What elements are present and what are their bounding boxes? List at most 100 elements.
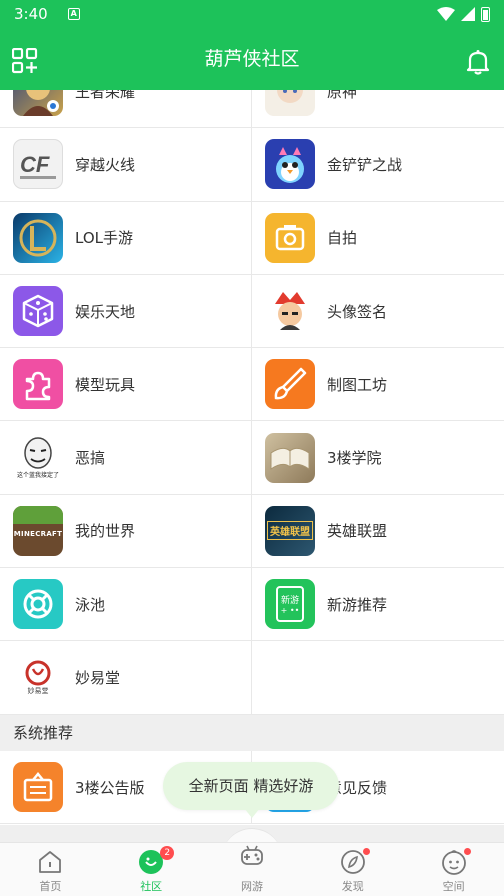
svg-text:CF: CF bbox=[20, 152, 50, 177]
category-item[interactable]: 这个蓝我接定了 恶搞 bbox=[0, 421, 252, 494]
empty-cell bbox=[252, 641, 504, 713]
brush-icon bbox=[265, 359, 315, 410]
puzzle-icon bbox=[13, 359, 63, 410]
notice-board-icon bbox=[13, 762, 63, 813]
avatar-character-icon bbox=[265, 286, 315, 337]
category-row: 泳池 新游 + •• 新游推荐 bbox=[0, 568, 504, 642]
category-item[interactable]: 3楼学院 bbox=[252, 421, 504, 493]
category-item[interactable]: 妙易堂 妙易堂 bbox=[0, 641, 252, 714]
category-label: 原神 bbox=[327, 90, 358, 101]
community-icon: 2 bbox=[138, 846, 175, 875]
tab-label: 发现 bbox=[341, 880, 364, 893]
lifebuoy-icon bbox=[13, 579, 63, 630]
category-item[interactable]: 头像签名 bbox=[252, 275, 504, 347]
app-bar: 葫芦侠社区 bbox=[0, 28, 504, 90]
category-label: 泳池 bbox=[75, 595, 106, 614]
tab-home[interactable]: 首页 bbox=[0, 843, 101, 896]
honor-of-kings-icon bbox=[13, 90, 63, 117]
wifi-icon bbox=[437, 7, 455, 21]
category-item[interactable]: 金铲铲之战 bbox=[252, 128, 504, 200]
category-row: 这个蓝我接定了 恶搞 3楼学院 bbox=[0, 421, 504, 495]
category-item[interactable]: 王者荣耀 bbox=[0, 90, 252, 128]
category-label: 头像签名 bbox=[327, 302, 388, 321]
bell-icon[interactable] bbox=[464, 48, 492, 76]
category-row: CF 穿越火线 金铲铲之战 bbox=[0, 128, 504, 202]
crossfire-icon: CF bbox=[13, 139, 63, 190]
category-item[interactable]: MINECRAFT 我的世界 bbox=[0, 494, 252, 568]
category-label: 英雄联盟 bbox=[327, 522, 388, 541]
category-item[interactable]: 泳池 bbox=[0, 568, 252, 641]
category-row: 王者荣耀 原神 bbox=[0, 90, 504, 129]
book-icon bbox=[265, 432, 315, 483]
category-label: LOL手游 bbox=[75, 229, 133, 248]
category-label: 穿越火线 bbox=[75, 155, 136, 174]
minecraft-logo-text: MINECRAFT bbox=[13, 529, 63, 538]
category-label: 自拍 bbox=[327, 229, 358, 248]
category-item[interactable]: 英雄联盟 英雄联盟 bbox=[252, 495, 504, 567]
category-item[interactable]: 娱乐天地 bbox=[0, 274, 252, 348]
compass-icon bbox=[340, 848, 370, 875]
category-label: 金铲铲之战 bbox=[327, 155, 403, 174]
category-row: 模型玩具 制图工坊 bbox=[0, 348, 504, 422]
discover-dot bbox=[362, 848, 370, 855]
category-label: 新游推荐 bbox=[327, 595, 388, 614]
category-item[interactable]: 模型玩具 bbox=[0, 348, 252, 421]
category-row: LOL手游 自拍 bbox=[0, 201, 504, 275]
signal-icon bbox=[461, 7, 475, 21]
tab-label: 社区 bbox=[140, 880, 163, 893]
category-label: 恶搞 bbox=[75, 449, 106, 468]
category-label: 模型玩具 bbox=[75, 375, 136, 394]
new-game-icon: 新游 + •• bbox=[265, 579, 315, 630]
category-label: 娱乐天地 bbox=[75, 302, 136, 321]
status-bar: 3:40 A bbox=[0, 0, 504, 28]
section-header: 系统推荐 bbox=[0, 715, 504, 751]
minecraft-icon: MINECRAFT bbox=[13, 505, 63, 556]
status-time: 3:40 bbox=[14, 5, 48, 23]
sim-notification-icon: A bbox=[67, 8, 80, 20]
promo-toast[interactable]: 全新页面 精选好游 bbox=[163, 762, 339, 810]
community-badge: 2 bbox=[160, 846, 175, 860]
category-row: MINECRAFT 我的世界 英雄联盟 英雄联盟 bbox=[0, 494, 504, 569]
dice-icon bbox=[13, 286, 63, 337]
category-item[interactable]: 原神 bbox=[252, 90, 504, 127]
category-row: 妙易堂 妙易堂 bbox=[0, 641, 504, 715]
tab-online-games[interactable]: 网游 bbox=[202, 843, 303, 896]
tab-community[interactable]: 2 社区 bbox=[101, 843, 202, 896]
tab-discover[interactable]: 发现 bbox=[302, 843, 403, 896]
tab-label: 空间 bbox=[442, 880, 465, 893]
category-label: 王者荣耀 bbox=[75, 90, 136, 101]
category-item[interactable]: LOL手游 bbox=[0, 201, 252, 274]
penguin-icon bbox=[265, 139, 315, 190]
category-label: 制图工坊 bbox=[327, 375, 388, 394]
battery-icon bbox=[481, 6, 490, 22]
category-label: 3楼学院 bbox=[327, 449, 382, 468]
miaoyitang-icon: 妙易堂 bbox=[13, 652, 63, 703]
category-label: 我的世界 bbox=[75, 522, 136, 541]
category-label: 3楼公告版 bbox=[75, 778, 145, 797]
miaoyitang-logo-text: 妙易堂 bbox=[27, 687, 49, 696]
tab-profile[interactable]: 空间 bbox=[403, 843, 504, 896]
category-item[interactable]: 自拍 bbox=[252, 202, 504, 274]
home-icon bbox=[39, 851, 62, 873]
community-list[interactable]: 王者荣耀 原神 CF 穿越火线 金铲铲之战 LOL手游 自拍 娱乐天地 头像签名… bbox=[0, 90, 504, 842]
lol-pc-icon: 英雄联盟 bbox=[265, 505, 315, 556]
category-row: 娱乐天地 头像签名 bbox=[0, 274, 504, 349]
category-label: 妙易堂 bbox=[75, 669, 121, 688]
status-icons bbox=[437, 6, 490, 22]
category-item[interactable]: 制图工坊 bbox=[252, 348, 504, 420]
lol-icon bbox=[13, 212, 63, 263]
meme-caption: 这个蓝我接定了 bbox=[16, 471, 59, 479]
bottom-tab-bar: 首页 2 社区 网游 发现 空间 bbox=[0, 842, 504, 896]
new-game-logo-text: 新游 bbox=[280, 595, 299, 606]
page-title: 葫芦侠社区 bbox=[204, 48, 300, 70]
category-item[interactable]: CF 穿越火线 bbox=[0, 128, 252, 201]
tab-label: 首页 bbox=[39, 880, 62, 893]
profile-dot bbox=[463, 848, 471, 855]
meme-face-icon: 这个蓝我接定了 bbox=[13, 432, 63, 483]
tab-label: 网游 bbox=[240, 880, 263, 893]
profile-icon bbox=[441, 848, 471, 875]
genshin-icon bbox=[265, 90, 315, 117]
lol-logo-text: 英雄联盟 bbox=[267, 521, 313, 541]
category-item[interactable]: 新游 + •• 新游推荐 bbox=[252, 568, 504, 640]
camera-icon bbox=[265, 212, 315, 263]
